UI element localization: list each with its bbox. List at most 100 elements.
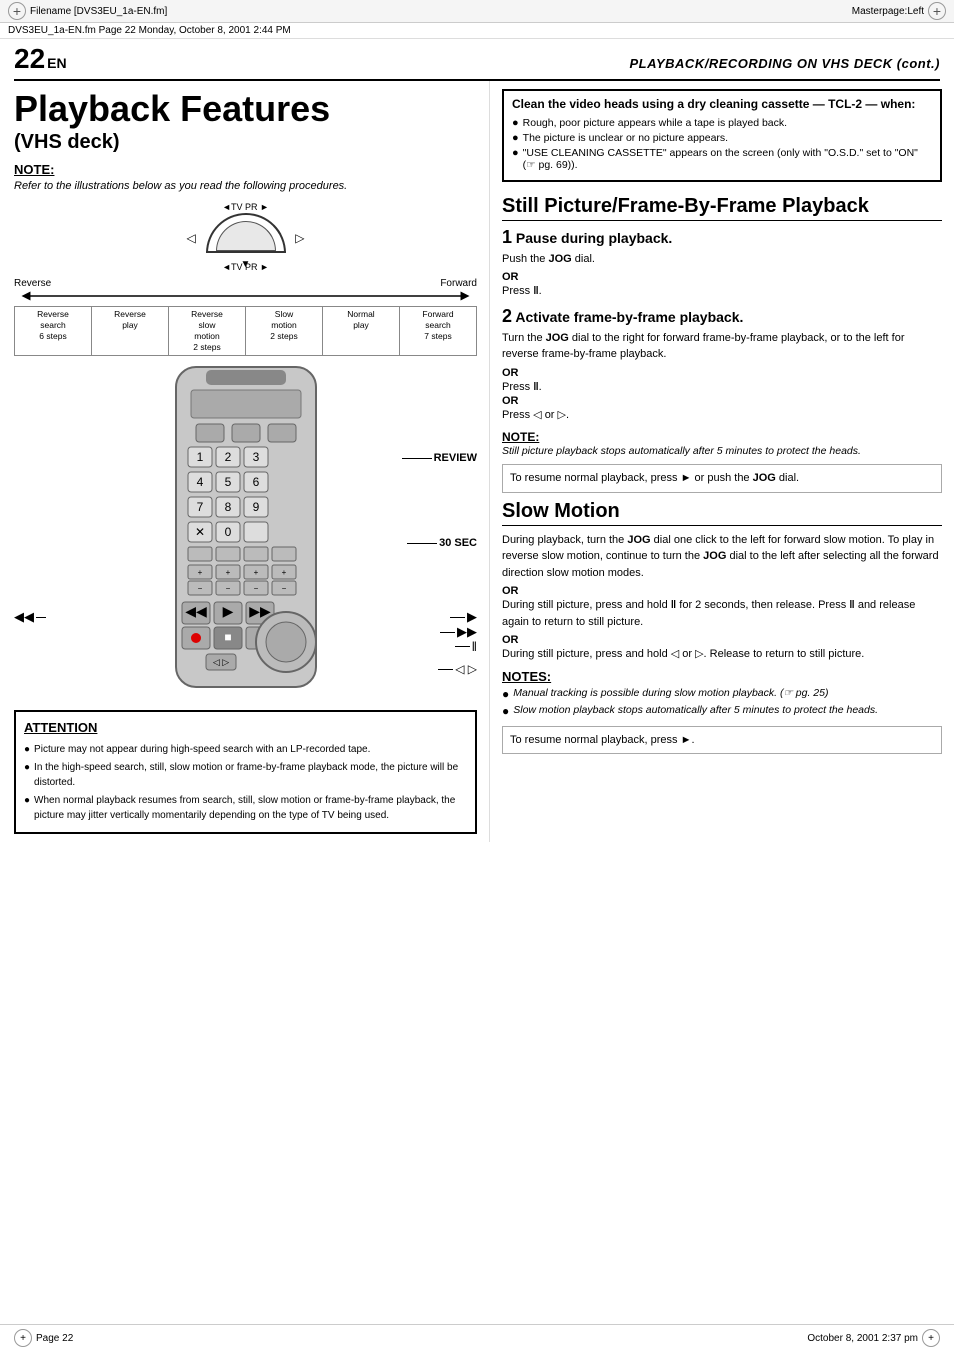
- attention-title: ATTENTION: [24, 718, 467, 738]
- sec30-callout: 30 SEC: [407, 537, 477, 549]
- step2-num: 2: [502, 306, 512, 326]
- step1-title: 1 Pause during playback.: [502, 227, 942, 248]
- attention-item-3: ● When normal playback resumes from sear…: [24, 793, 467, 823]
- section2-title: Slow Motion: [502, 499, 942, 526]
- cleaning-bullet-2: ●: [512, 132, 519, 144]
- footer-left: + Page 22: [14, 1329, 73, 1347]
- right-column: Clean the video heads using a dry cleani…: [490, 81, 954, 842]
- step-2: 2 Activate frame-by-frame playback. Turn…: [502, 306, 942, 424]
- sec30-label: 30 SEC: [439, 537, 477, 549]
- footer-right: October 8, 2001 2:37 pm +: [807, 1329, 940, 1347]
- cleaning-item-2: ● The picture is unclear or no picture a…: [512, 132, 932, 144]
- note-still-text: Still picture playback stops automatical…: [502, 444, 942, 459]
- speed-table: Reversesearch6 steps Reverseplay Reverse…: [14, 306, 477, 356]
- main-content: Playback Features (VHS deck) NOTE: Refer…: [0, 81, 954, 842]
- page-number-area: 22 EN: [14, 43, 67, 77]
- svg-text:+: +: [281, 568, 286, 577]
- forward-label: Forward: [440, 278, 477, 289]
- remote-control-svg: 1 2 3 4 5 6 7 8 9: [146, 362, 346, 702]
- section-slow-motion: Slow Motion During playback, turn the JO…: [502, 499, 942, 755]
- step1-text1: Push the JOG dial.: [502, 251, 942, 268]
- step2-or2: OR: [502, 395, 942, 407]
- step1-num: 1: [502, 227, 512, 247]
- bullet-3: ●: [24, 793, 30, 823]
- cleaning-item-3: ● "USE CLEANING CASSETTE" appears on the…: [512, 147, 932, 171]
- svg-text:9: 9: [252, 500, 259, 514]
- svg-text:−: −: [253, 584, 258, 593]
- svg-text:1: 1: [196, 450, 203, 464]
- info-box-1: To resume normal playback, press ► or pu…: [502, 464, 942, 493]
- remote-area: 1 2 3 4 5 6 7 8 9: [14, 362, 477, 702]
- step2-title: 2 Activate frame-by-frame playback.: [502, 306, 942, 327]
- footer: + Page 22 October 8, 2001 2:37 pm +: [0, 1324, 954, 1351]
- svg-text:+: +: [197, 568, 202, 577]
- svg-text:3: 3: [252, 450, 259, 464]
- rf-arrow-container: [16, 290, 475, 300]
- step2-text2: Press ‖.: [502, 379, 942, 396]
- pause-symbol: ‖: [472, 639, 477, 654]
- attention-item-1: ● Picture may not appear during high-spe…: [24, 742, 467, 757]
- crosshair-right: [928, 2, 946, 20]
- info-box-1-text: To resume normal playback, press ► or pu…: [510, 472, 799, 484]
- cleaning-title: Clean the video heads using a dry cleani…: [512, 97, 932, 113]
- rew-callout: ◀◀: [14, 609, 46, 625]
- crosshair-left: [8, 2, 26, 20]
- page-info-bar: DVS3EU_1a-EN.fm Page 22 Monday, October …: [0, 23, 954, 39]
- top-bar-right: Masterpage:Left: [852, 2, 946, 20]
- svg-text:▶▶: ▶▶: [249, 603, 271, 619]
- slow-note-bullet-1: ●: [502, 687, 509, 701]
- slow-note-2: ● Slow motion playback stops automatical…: [502, 704, 942, 718]
- bullet-1: ●: [24, 742, 30, 757]
- speed-reverse-play: Reverseplay: [92, 307, 169, 355]
- slow-text2: During still picture, press and hold ‖ f…: [502, 597, 942, 630]
- ff-callout: ▶▶: [440, 624, 477, 640]
- speed-reverse-slow: Reverseslowmotion2 steps: [169, 307, 246, 355]
- rew-arrow: ◀◀: [14, 609, 34, 625]
- cleaning-bullet-3: ●: [512, 147, 519, 171]
- info-box-2: To resume normal playback, press ►.: [502, 726, 942, 755]
- slow-or2: OR: [502, 634, 942, 646]
- speed-forward-search: Forwardsearch7 steps: [400, 307, 476, 355]
- step1-text2: Press ‖.: [502, 283, 942, 300]
- step-1: 1 Pause during playback. Push the JOG di…: [502, 227, 942, 300]
- jog-half-circle: [206, 213, 286, 253]
- filename-label: Filename [DVS3EU_1a-EN.fm]: [30, 6, 167, 17]
- subtitle: (VHS deck): [14, 131, 477, 154]
- svg-text:6: 6: [252, 475, 259, 489]
- svg-text:−: −: [281, 584, 286, 593]
- svg-text:7: 7: [196, 500, 203, 514]
- step1-label: Pause during playback.: [516, 230, 672, 246]
- svg-text:+: +: [225, 568, 230, 577]
- svg-text:4: 4: [196, 475, 203, 489]
- top-bar-left: Filename [DVS3EU_1a-EN.fm]: [8, 2, 167, 20]
- rf-arrow-svg: [16, 291, 475, 301]
- cleaning-box: Clean the video heads using a dry cleani…: [502, 89, 942, 182]
- svg-text:0: 0: [224, 525, 231, 539]
- note-label: NOTE:: [14, 162, 477, 177]
- jog-right-arrow: ▷: [295, 231, 304, 245]
- slow-note-bullet-2: ●: [502, 704, 509, 718]
- svg-text:■: ■: [224, 630, 231, 644]
- slow-text3: During still picture, press and hold ◁ o…: [502, 646, 942, 663]
- reverse-forward-diagram: Reverse Forward: [14, 278, 477, 300]
- review-label: REVIEW: [434, 452, 477, 464]
- main-title: Playback Features: [14, 89, 477, 129]
- slow-note-1: ● Manual tracking is possible during slo…: [502, 687, 942, 701]
- speed-reverse-search: Reversesearch6 steps: [15, 307, 92, 355]
- masterpage-label: Masterpage:Left: [852, 6, 924, 17]
- notes-label: NOTES:: [502, 669, 942, 684]
- play-callout: ▶: [450, 609, 477, 625]
- jog-top-label: ◄TV PR ►: [222, 202, 269, 212]
- bullet-2: ●: [24, 760, 30, 790]
- step2-text3: Press ◁ or ▷.: [502, 407, 942, 424]
- speed-slow-motion: Slowmotion2 steps: [246, 307, 323, 355]
- jog-wheel: ◁ ▷ ▼: [201, 213, 291, 258]
- svg-text:◁ ▷: ◁ ▷: [212, 657, 228, 667]
- remote-svg-wrapper: 1 2 3 4 5 6 7 8 9: [14, 362, 477, 702]
- step-symbol: ◁ ▷: [455, 662, 477, 676]
- review-callout: REVIEW: [402, 452, 477, 464]
- attention-box: ATTENTION ● Picture may not appear durin…: [14, 710, 477, 834]
- attention-item-2: ● In the high-speed search, still, slow …: [24, 760, 467, 790]
- svg-text:◀◀: ◀◀: [185, 603, 207, 619]
- cleaning-item-1: ● Rough, poor picture appears while a ta…: [512, 117, 932, 129]
